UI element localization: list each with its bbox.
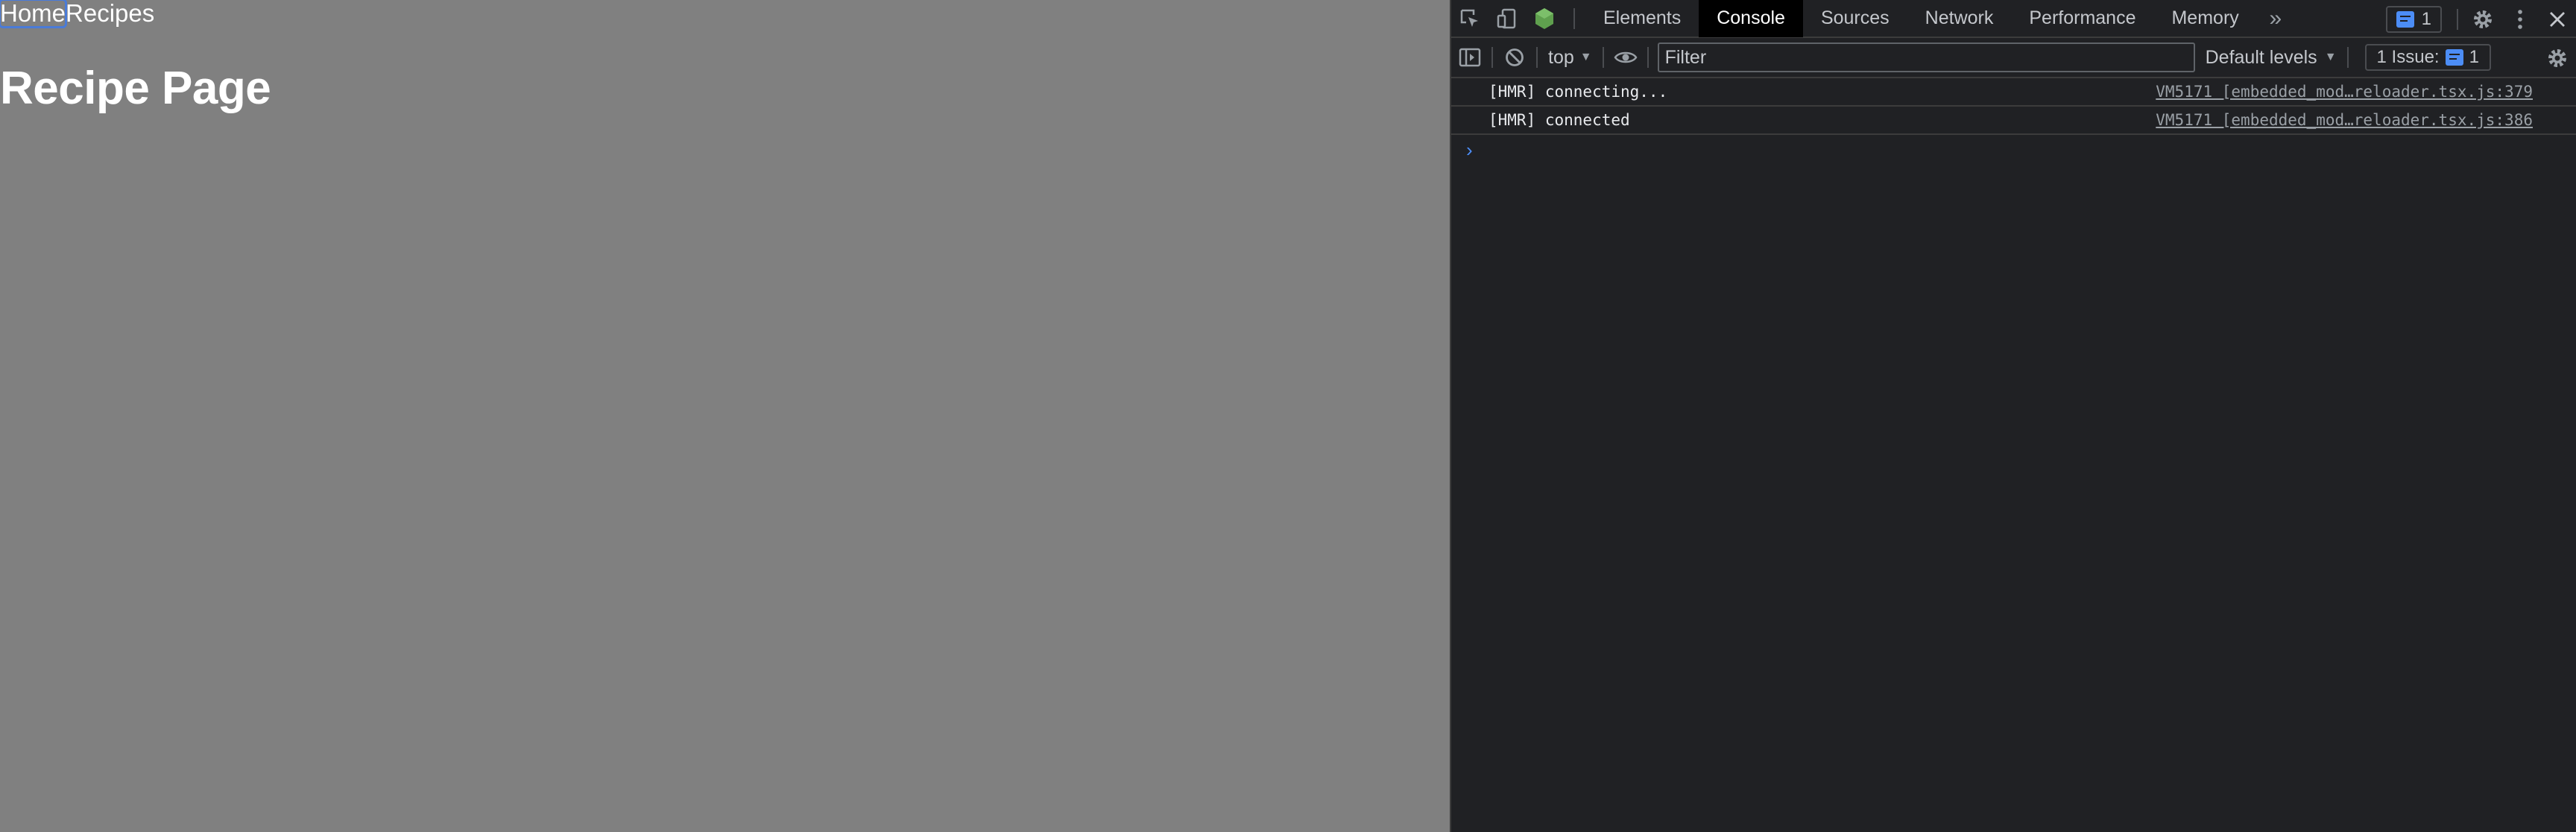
context-selector[interactable]: top ▼ (1541, 47, 1600, 69)
tab-memory[interactable]: Memory (2153, 0, 2256, 37)
context-selector-value: top (1548, 46, 1574, 68)
issues-badge-count: 1 (2421, 8, 2431, 29)
message-icon (2396, 10, 2414, 28)
toolbar-divider (2457, 8, 2458, 30)
page-title: Recipe Page (0, 63, 271, 114)
console-settings-gear-icon[interactable] (2539, 38, 2576, 78)
toolbar-divider (1647, 47, 1649, 68)
console-message-source-link[interactable]: VM5171 [embedded_mod…reloader.tsx.js:386 (2156, 111, 2533, 129)
console-message: [HMR] connecting... VM5171 [embedded_mod… (1451, 78, 2576, 107)
console-message-text: [HMR] connecting... (1489, 83, 1668, 101)
issue-counter-count: 1 (2469, 47, 2479, 67)
console-message: [HMR] connected VM5171 [embedded_mod…rel… (1451, 107, 2576, 135)
clear-console-icon[interactable] (1496, 37, 1533, 78)
console-message-text: [HMR] connected (1489, 111, 1630, 129)
tab-console[interactable]: Console (1699, 0, 1803, 37)
log-levels-label: Default levels (2205, 46, 2317, 68)
prompt-chevron-icon: › (1466, 138, 1473, 161)
issues-badge[interactable]: 1 (2385, 5, 2442, 33)
node-devtools-icon[interactable] (1526, 0, 1563, 37)
device-toolbar-icon[interactable] (1489, 0, 1526, 37)
console-message-source-link[interactable]: VM5171 [embedded_mod…reloader.tsx.js:379 (2156, 83, 2533, 101)
log-levels-dropdown[interactable]: Default levels ▼ (2206, 47, 2337, 69)
tab-sources[interactable]: Sources (1803, 0, 1907, 37)
issue-counter-label: 1 Issue: (2376, 47, 2440, 67)
tab-performance[interactable]: Performance (2011, 0, 2153, 37)
issue-counter[interactable]: 1 Issue: 1 (2364, 44, 2491, 71)
eye-icon[interactable] (1607, 37, 1644, 78)
toolbar-divider (1491, 47, 1493, 68)
toolbar-divider (1573, 7, 1575, 29)
caret-down-icon: ▼ (2324, 51, 2337, 63)
console-prompt[interactable]: › (1451, 135, 2576, 165)
caret-down-icon: ▼ (1579, 51, 1592, 63)
console-toolbar: top ▼ Default levels ▼ 1 Issue: 1 (1451, 38, 2576, 78)
devtools-tabbar: Elements Console Sources Network Perform… (1451, 0, 2576, 38)
close-icon[interactable] (2539, 0, 2576, 38)
page-viewport: Home Recipes Recipe Page (0, 0, 1450, 832)
page-nav: Home Recipes (0, 0, 154, 30)
filter-input[interactable] (1657, 42, 2195, 72)
console-output: [HMR] connecting... VM5171 [embedded_mod… (1451, 78, 2576, 165)
nav-link-recipes[interactable]: Recipes (66, 0, 154, 27)
tab-elements[interactable]: Elements (1585, 0, 1699, 37)
toolbar-divider (1602, 47, 1604, 68)
chevron-double-right-icon[interactable]: » (2257, 0, 2294, 37)
inspect-element-icon[interactable] (1451, 0, 1489, 37)
tab-network[interactable]: Network (1907, 0, 2012, 37)
gear-icon[interactable] (2464, 0, 2501, 38)
toolbar-divider (1536, 47, 1538, 68)
devtools-tabbar-right: 1 (2385, 0, 2576, 38)
nav-link-home[interactable]: Home (0, 0, 68, 28)
toolbar-divider (2346, 47, 2349, 68)
devtools-panel: Elements Console Sources Network Perform… (1450, 0, 2576, 832)
sidebar-toggle-icon[interactable] (1451, 37, 1489, 78)
message-icon (2445, 49, 2463, 66)
kebab-menu-icon[interactable] (2501, 0, 2539, 38)
